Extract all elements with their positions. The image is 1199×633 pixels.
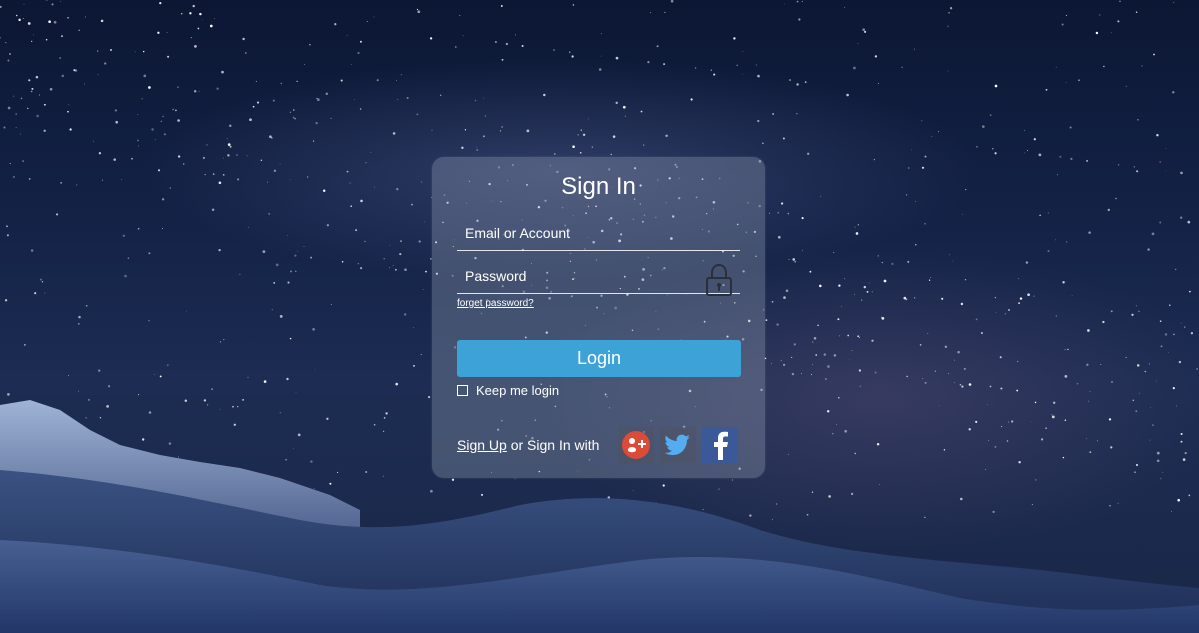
login-button[interactable]: Login xyxy=(457,340,741,377)
password-field-container xyxy=(457,259,740,296)
email-field-container xyxy=(457,216,740,251)
google-plus-button[interactable] xyxy=(618,427,654,463)
facebook-button[interactable] xyxy=(702,427,738,463)
sign-in-title: Sign In xyxy=(561,173,636,200)
signup-row: Sign Up or Sign In with xyxy=(457,437,599,453)
sign-in-card: Sign In forget password? Login Keep me l… xyxy=(432,157,765,478)
keep-login-label: Keep me login xyxy=(476,383,560,398)
keep-login-row: Keep me login xyxy=(457,383,559,398)
sign-up-link[interactable]: Sign Up xyxy=(457,437,507,453)
password-input[interactable] xyxy=(457,259,740,293)
google-plus-icon xyxy=(622,431,650,459)
email-input[interactable] xyxy=(457,216,740,250)
sign-in-with-label: or Sign In with xyxy=(506,437,600,453)
forget-password-link[interactable]: forget password? xyxy=(457,298,534,309)
login-page: Sign In forget password? Login Keep me l… xyxy=(0,0,1199,633)
twitter-button[interactable] xyxy=(660,427,696,463)
twitter-icon xyxy=(665,434,690,456)
facebook-icon xyxy=(714,431,728,460)
lock-icon xyxy=(706,263,732,296)
keep-login-checkbox[interactable] xyxy=(457,385,468,396)
